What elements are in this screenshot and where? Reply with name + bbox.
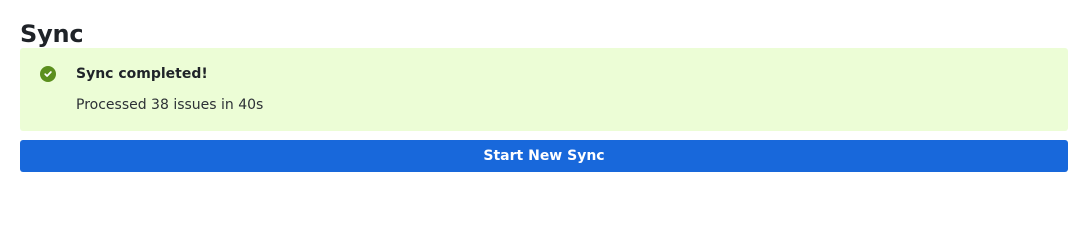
sync-success-alert: Sync completed! Processed 38 issues in 4… — [20, 48, 1068, 131]
page-title: Sync — [20, 20, 84, 48]
alert-message: Processed 38 issues in 40s — [76, 97, 264, 113]
check-circle-icon — [40, 66, 56, 82]
start-new-sync-button[interactable]: Start New Sync — [20, 140, 1068, 172]
alert-title: Sync completed! — [76, 66, 208, 82]
sync-page: Sync Sync completed! Processed 38 issues… — [0, 0, 1088, 200]
